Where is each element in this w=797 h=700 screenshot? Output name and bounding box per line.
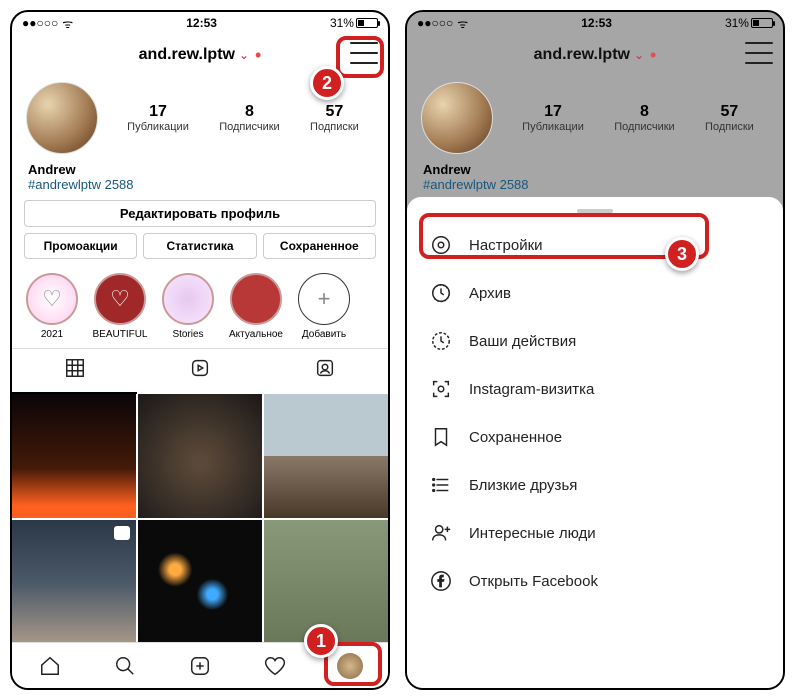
menu-qr[interactable]: Instagram-визитка bbox=[407, 365, 783, 413]
saved-button[interactable]: Сохраненное bbox=[263, 233, 376, 259]
bookmark-icon bbox=[429, 425, 453, 449]
menu-facebook[interactable]: Открыть Facebook bbox=[407, 557, 783, 605]
menu-settings[interactable]: Настройки bbox=[407, 221, 783, 269]
person-add-icon bbox=[429, 521, 453, 545]
callout-1: 1 bbox=[304, 624, 338, 658]
plus-icon[interactable]: + bbox=[298, 273, 350, 325]
stat-posts[interactable]: 17Публикации bbox=[127, 103, 189, 133]
highlight-story[interactable] bbox=[162, 273, 214, 325]
avatar bbox=[421, 82, 493, 154]
post-thumbnail[interactable] bbox=[12, 394, 136, 518]
heart-icon[interactable]: ♡ bbox=[94, 273, 146, 325]
home-icon[interactable] bbox=[12, 643, 87, 688]
chevron-down-icon: ⌄ bbox=[634, 48, 644, 62]
battery-pct: 31% bbox=[330, 16, 354, 30]
avatar[interactable] bbox=[26, 82, 98, 154]
status-bar: ●●○○○ᯤ 12:53 31% bbox=[407, 12, 783, 34]
post-thumbnail[interactable] bbox=[138, 394, 262, 518]
reel-icon bbox=[114, 526, 130, 540]
edit-profile-button[interactable]: Редактировать профиль bbox=[24, 200, 376, 227]
chevron-down-icon[interactable]: ⌄ bbox=[239, 48, 249, 62]
qr-icon bbox=[429, 377, 453, 401]
promo-button[interactable]: Промоакции bbox=[24, 233, 137, 259]
stat-following[interactable]: 57Подписки bbox=[310, 103, 359, 133]
username[interactable]: and.rew.lptw bbox=[139, 46, 235, 64]
grid-tab-icon[interactable] bbox=[12, 349, 137, 394]
list-icon bbox=[429, 473, 453, 497]
stat-followers[interactable]: 8Подписчики bbox=[219, 103, 280, 133]
activity-icon[interactable] bbox=[238, 643, 313, 688]
create-icon[interactable] bbox=[162, 643, 237, 688]
highlights-row[interactable]: ♡2021 ♡BEAUTIFUL Stories Актуальное +Доб… bbox=[12, 267, 388, 348]
bio-hashtag[interactable]: #andrewlptw 2588 bbox=[28, 177, 372, 192]
post-thumbnail[interactable] bbox=[138, 520, 262, 644]
facebook-icon bbox=[429, 569, 453, 593]
highlight-story[interactable] bbox=[230, 273, 282, 325]
menu-archive[interactable]: Архив bbox=[407, 269, 783, 317]
menu-close-friends[interactable]: Близкие друзья bbox=[407, 461, 783, 509]
callout-3: 3 bbox=[665, 237, 699, 271]
posts-grid bbox=[12, 394, 388, 644]
tagged-tab-icon[interactable] bbox=[263, 349, 388, 394]
bio-name: Andrew bbox=[28, 162, 372, 177]
menu-sheet: Настройки Архив Ваши действия Instagram-… bbox=[407, 197, 783, 688]
post-thumbnail[interactable] bbox=[264, 394, 388, 518]
status-time: 12:53 bbox=[186, 16, 217, 30]
menu-icon[interactable] bbox=[350, 42, 378, 64]
menu-discover[interactable]: Интересные люди bbox=[407, 509, 783, 557]
reels-tab-icon[interactable] bbox=[137, 349, 262, 394]
gear-icon bbox=[429, 233, 453, 257]
callout-2: 2 bbox=[310, 66, 344, 100]
post-thumbnail[interactable] bbox=[12, 520, 136, 644]
menu-saved[interactable]: Сохраненное bbox=[407, 413, 783, 461]
stats-button[interactable]: Статистика bbox=[143, 233, 256, 259]
heart-icon[interactable]: ♡ bbox=[26, 273, 78, 325]
clock-icon bbox=[429, 329, 453, 353]
menu-icon bbox=[745, 42, 773, 64]
search-icon[interactable] bbox=[87, 643, 162, 688]
status-bar: ●●○○○ᯤ 12:53 31% bbox=[12, 12, 388, 34]
username: and.rew.lptw bbox=[534, 46, 630, 64]
menu-activity[interactable]: Ваши действия bbox=[407, 317, 783, 365]
archive-icon bbox=[429, 281, 453, 305]
sheet-handle[interactable] bbox=[577, 209, 613, 213]
